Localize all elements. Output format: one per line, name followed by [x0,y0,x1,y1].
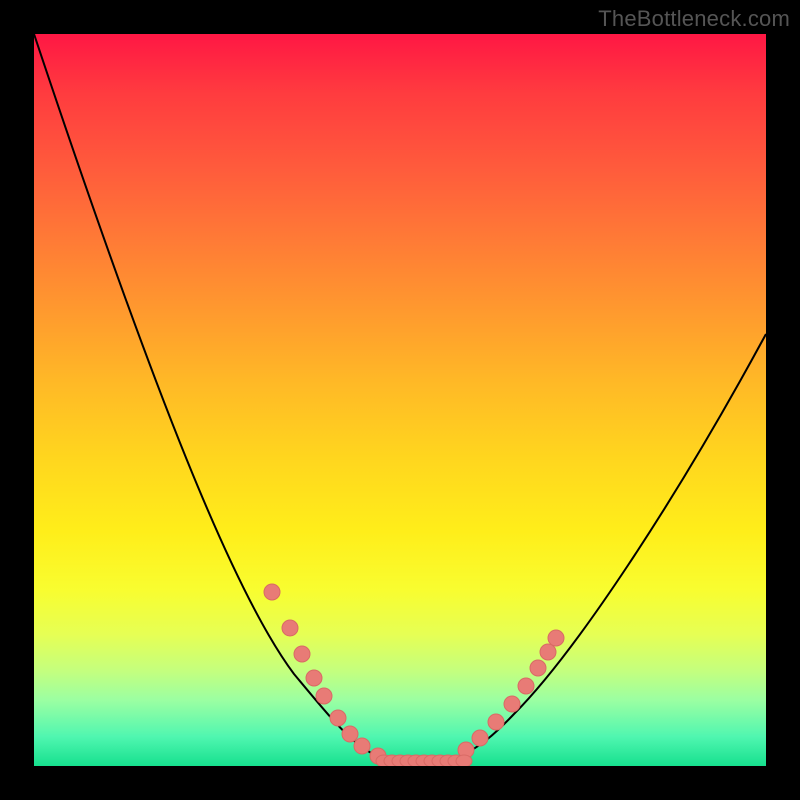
watermark-text: TheBottleneck.com [598,6,790,32]
curve-svg [34,34,766,766]
curve-marker [294,646,310,662]
left-marker-group [264,584,386,764]
curve-marker [342,726,358,742]
right-marker-group [458,630,564,758]
curve-marker [306,670,322,686]
bottom-flat-group [376,755,472,766]
curve-marker [548,630,564,646]
plot-area [34,34,766,766]
curve-marker [354,738,370,754]
curve-marker [264,584,280,600]
curve-marker [472,730,488,746]
curve-marker [540,644,556,660]
curve-marker [282,620,298,636]
chart-frame: TheBottleneck.com [0,0,800,800]
curve-marker [530,660,546,676]
bottleneck-curve [34,34,766,762]
curve-marker [518,678,534,694]
curve-marker [504,696,520,712]
curve-marker [316,688,332,704]
curve-marker [488,714,504,730]
curve-marker [330,710,346,726]
curve-marker-flat [456,755,472,766]
